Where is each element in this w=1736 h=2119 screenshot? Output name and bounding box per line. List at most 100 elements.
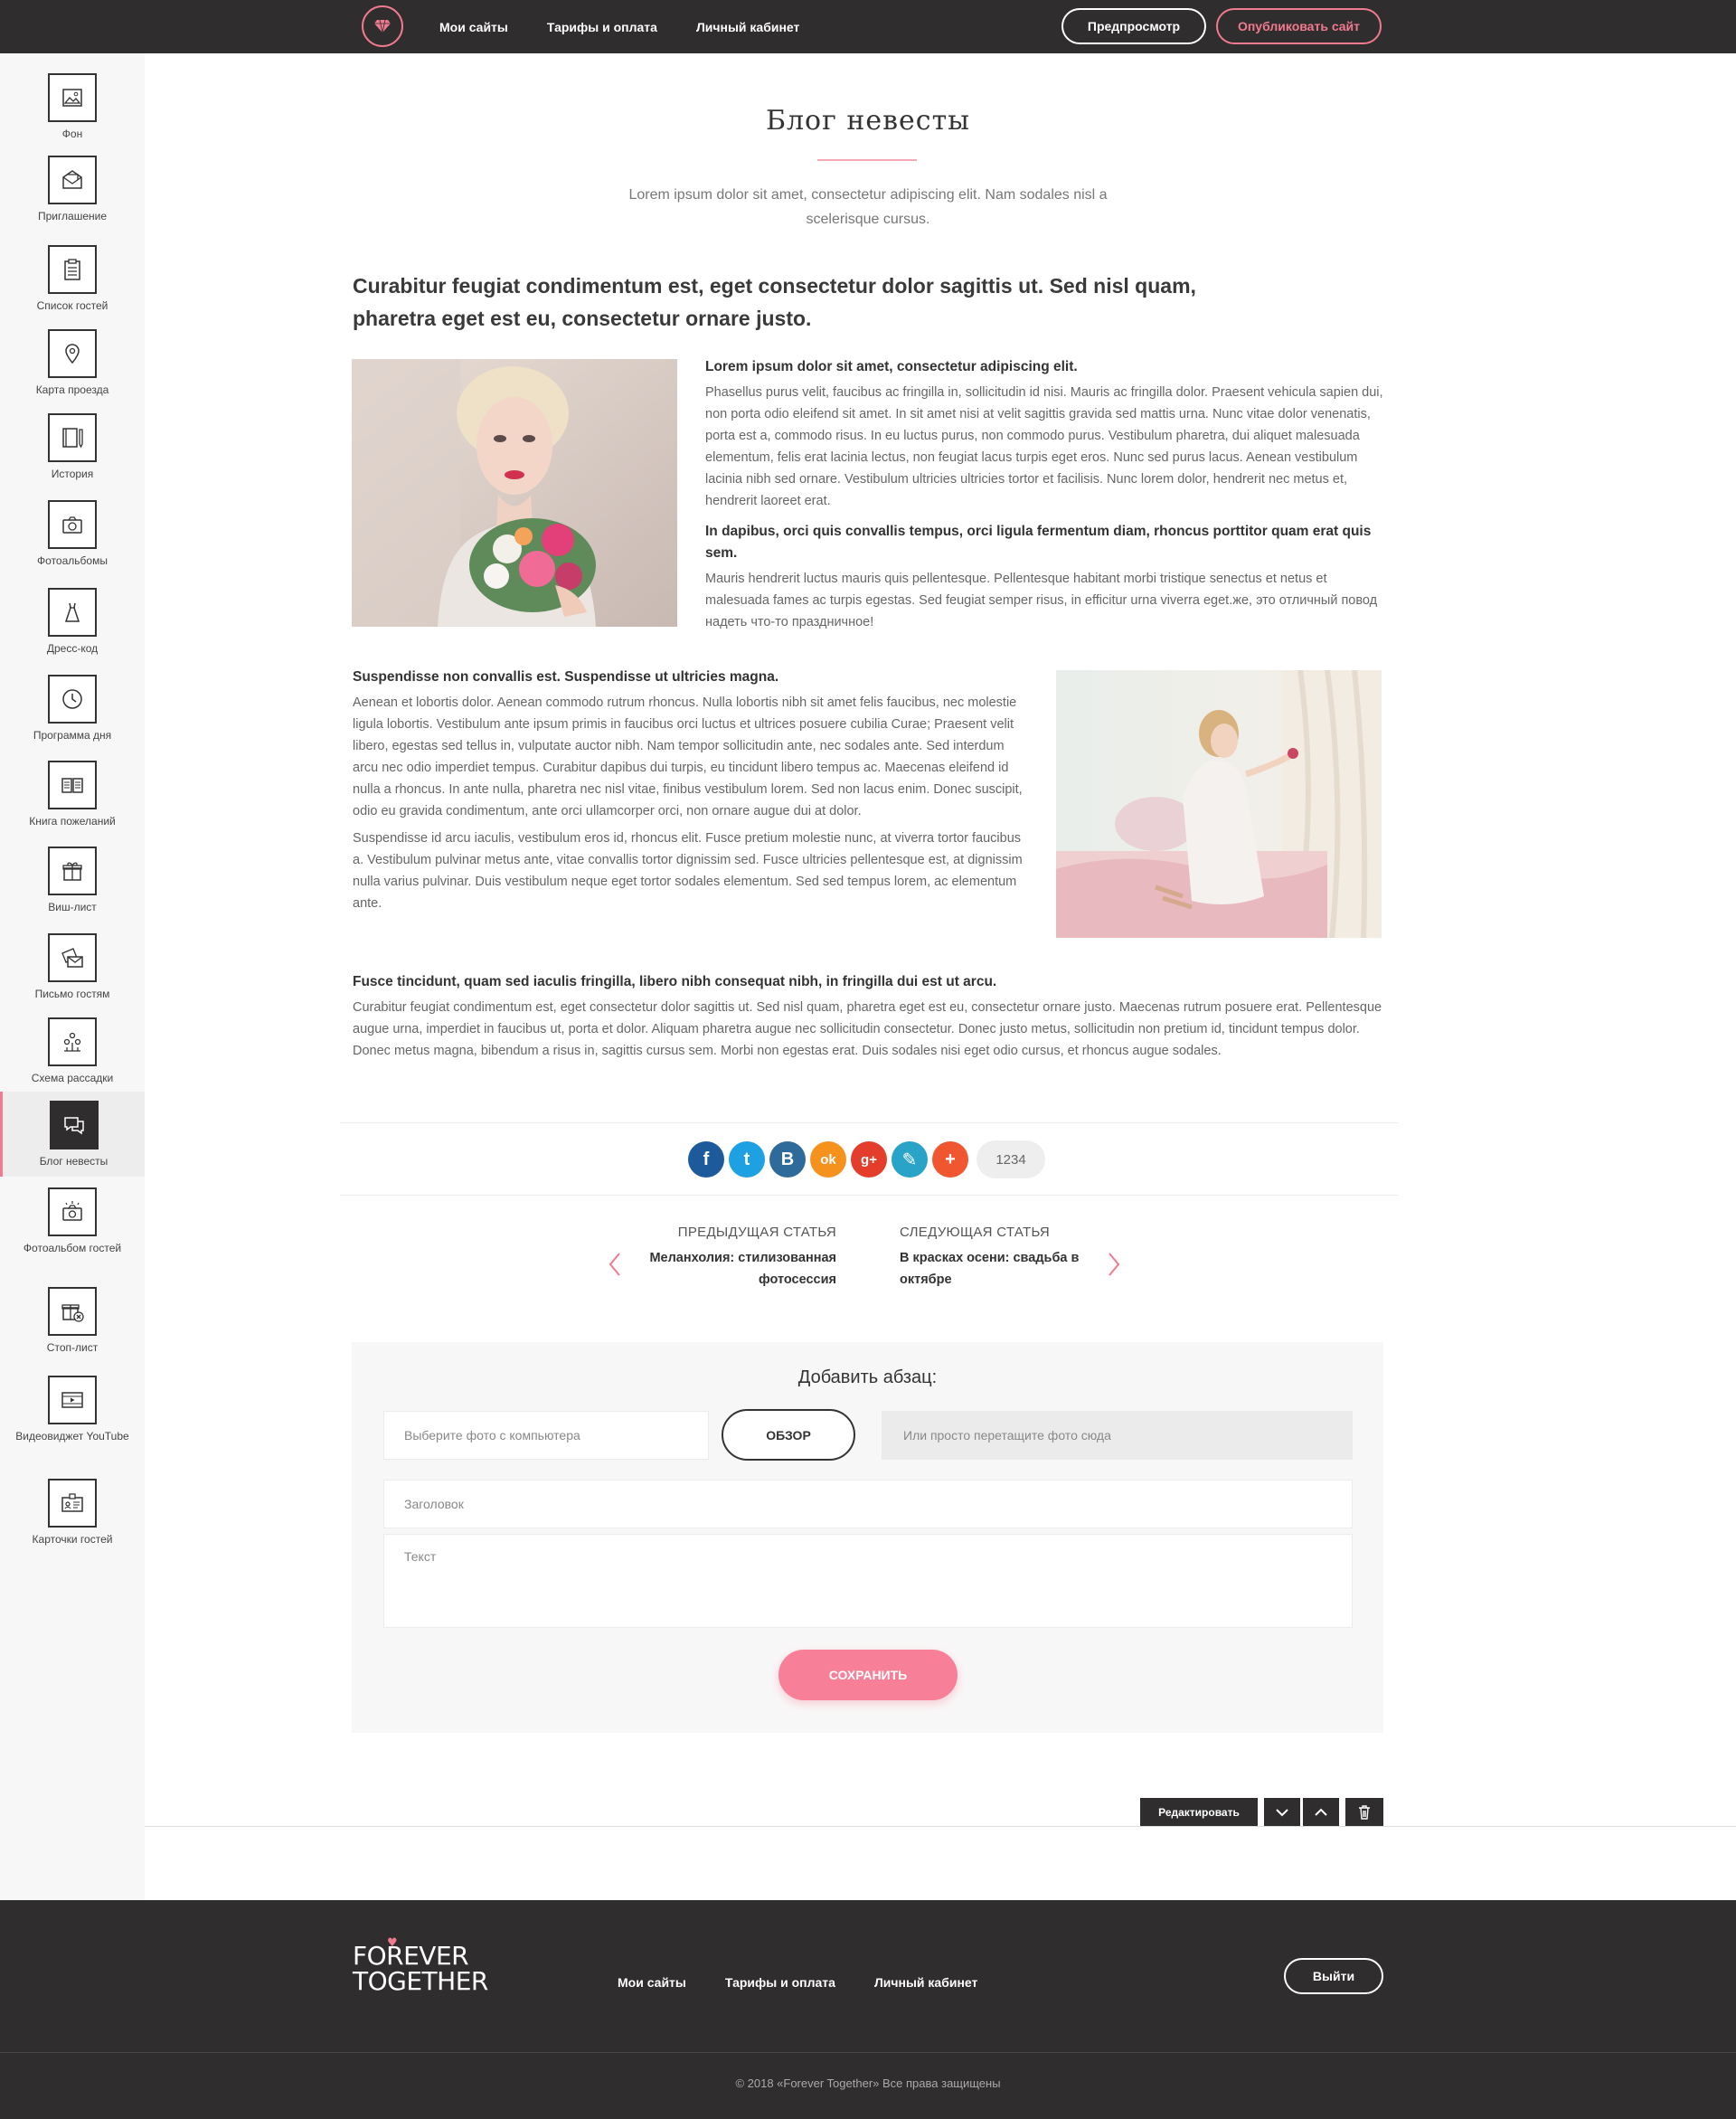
share-count: 1234 xyxy=(976,1140,1045,1178)
sidebar-item-stoplist[interactable]: Стоп-лист xyxy=(0,1287,145,1354)
block3-paragraph: Curabitur feugiat condimentum est, eget … xyxy=(353,1000,1382,1058)
sidebar-item-guest-list[interactable]: Список гостей xyxy=(0,245,145,312)
sidebar-item-label: Карта проезда xyxy=(35,383,109,396)
preview-button[interactable]: Предпросмотр xyxy=(1061,8,1206,44)
footer-nav: Мои сайты Тарифы и оплата Личный кабинет xyxy=(618,1975,977,1990)
sidebar-item-invitation[interactable]: Приглашение xyxy=(0,156,145,222)
seating-icon xyxy=(48,1017,97,1066)
nav-my-sites[interactable]: Мои сайты xyxy=(439,20,508,34)
sidebar-item-label: Книга пожеланий xyxy=(29,815,116,828)
footer-logo-line1: FOREVER xyxy=(353,1941,469,1971)
move-down-button[interactable] xyxy=(1264,1798,1300,1827)
sidebar-item-label: Дресс-код xyxy=(46,642,99,655)
move-up-button[interactable] xyxy=(1303,1798,1339,1827)
chat-icon xyxy=(49,1101,99,1149)
prev-article-caption: ПРЕДЫДУЩАЯ СТАТЬЯ xyxy=(677,1225,836,1240)
heading-input[interactable]: Заголовок xyxy=(383,1480,1353,1528)
card-icon xyxy=(48,1479,97,1528)
bride-robe-photo xyxy=(1056,670,1382,938)
title-divider xyxy=(817,159,917,161)
sidebar: Фон Приглашение Список гостей Карта прое… xyxy=(0,53,145,1900)
sidebar-item-youtube[interactable]: Видеовиджет YouTube xyxy=(0,1376,145,1443)
sidebar-item-label: Стоп-лист xyxy=(46,1341,99,1354)
prev-article-link[interactable]: ПРЕДЫДУЩАЯ СТАТЬЯ Меланхолия: стилизован… xyxy=(615,1225,836,1291)
delete-button[interactable] xyxy=(1345,1798,1383,1827)
open-book-icon xyxy=(48,761,97,809)
book-pen-icon xyxy=(48,413,97,462)
heart-icon: ♥ xyxy=(387,1936,398,1950)
map-pin-icon xyxy=(48,329,97,378)
sidebar-item-label: Фотоальбом гостей xyxy=(23,1242,122,1254)
camera-icon xyxy=(48,500,97,549)
share-divider-top xyxy=(340,1122,1398,1123)
footer-logo-line2: TOGETHER xyxy=(353,1966,488,1996)
more-plus-icon[interactable]: + xyxy=(932,1141,968,1178)
sidebar-item-label: Карточки гостей xyxy=(32,1533,113,1546)
clock-icon xyxy=(48,675,97,724)
sidebar-item-wishlist[interactable]: Виш-лист xyxy=(0,847,145,913)
sidebar-item-history[interactable]: История xyxy=(0,413,145,480)
file-input[interactable]: Выберите фото с компьютера xyxy=(383,1411,709,1460)
sidebar-item-label: Письмо гостям xyxy=(34,988,110,1000)
article-block-1: Lorem ipsum dolor sit amet, consectetur … xyxy=(705,356,1385,639)
sidebar-item-bride-blog[interactable]: Блог невесты xyxy=(0,1092,145,1177)
logout-button[interactable]: Выйти xyxy=(1284,1958,1383,1994)
sidebar-item-guest-cards[interactable]: Карточки гостей xyxy=(0,1479,145,1546)
share-bar: f t Bok g+ ✎ +1234 xyxy=(688,1140,1045,1178)
sidebar-item-label: Фон xyxy=(61,128,83,140)
nav-tariffs[interactable]: Тарифы и оплата xyxy=(547,20,657,34)
article-block-3: Fusce tincidunt, quam sed iaculis fringi… xyxy=(353,971,1383,1067)
publish-button[interactable]: Опубликовать сайт xyxy=(1216,8,1382,44)
edit-button[interactable]: Редактировать xyxy=(1140,1798,1258,1827)
article-block-2: Suspendisse non convallis est. Suspendis… xyxy=(353,667,1026,920)
block1-heading-2: In dapibus, orci quis convallis tempus, … xyxy=(705,524,1372,561)
odnoklassniki-icon[interactable]: ok xyxy=(810,1141,846,1178)
block1-heading-1: Lorem ipsum dolor sit amet, consectetur … xyxy=(705,359,1078,374)
prev-article-title: Меланхолия: стилизованная фотосессия xyxy=(649,1251,836,1287)
block1-paragraph-2: Mauris hendrerit luctus mauris quis pell… xyxy=(705,572,1378,629)
sidebar-item-photoalbums[interactable]: Фотоальбомы xyxy=(0,500,145,567)
sidebar-item-background[interactable]: Фон xyxy=(0,73,145,140)
trash-icon xyxy=(1359,1805,1370,1820)
copyright: © 2018 «Forever Together» Все права защи… xyxy=(735,2076,1001,2090)
nav-account[interactable]: Личный кабинет xyxy=(696,20,799,34)
chevron-up-icon xyxy=(1315,1808,1327,1816)
block2-paragraph-2: Suspendisse id arcu iaculis, vestibulum … xyxy=(353,831,1023,911)
footer-logo[interactable]: ♥ FOREVER TOGETHER xyxy=(353,1936,488,1996)
livejournal-icon[interactable]: ✎ xyxy=(892,1141,928,1178)
chevron-right-icon[interactable] xyxy=(1105,1250,1123,1279)
text-input[interactable]: Текст xyxy=(383,1534,1353,1628)
sidebar-item-letter[interactable]: Письмо гостям xyxy=(0,933,145,1000)
sidebar-item-dresscode[interactable]: Дресс-код xyxy=(0,588,145,655)
next-article-caption: СЛЕДУЮЩАЯ СТАТЬЯ xyxy=(900,1225,1051,1240)
bride-bouquet-photo xyxy=(352,359,677,627)
logo-diamond-icon[interactable] xyxy=(362,5,403,47)
letters-icon xyxy=(48,933,97,982)
top-nav: Мои сайты Тарифы и оплата Личный кабинет xyxy=(439,0,799,53)
google-plus-icon[interactable]: g+ xyxy=(851,1141,887,1178)
footer-nav-account[interactable]: Личный кабинет xyxy=(874,1975,977,1990)
sidebar-item-label: История xyxy=(51,468,94,480)
dress-icon xyxy=(48,588,97,637)
browse-button[interactable]: ОБЗОР xyxy=(722,1409,855,1461)
sidebar-item-wishbook[interactable]: Книга пожеланий xyxy=(0,761,145,828)
next-article-link[interactable]: СЛЕДУЮЩАЯ СТАТЬЯ В красках осени: свадьб… xyxy=(900,1225,1121,1291)
vk-icon[interactable]: B xyxy=(769,1141,806,1178)
clipboard-icon xyxy=(48,245,97,294)
chevron-down-icon xyxy=(1276,1809,1288,1817)
sidebar-item-label: Список гостей xyxy=(36,299,108,312)
sidebar-item-guest-photoalbum[interactable]: Фотоальбом гостей xyxy=(0,1187,145,1254)
sidebar-item-seating[interactable]: Схема рассадки xyxy=(0,1017,145,1084)
sidebar-item-map[interactable]: Карта проезда xyxy=(0,329,145,396)
form-title: Добавить абзац: xyxy=(797,1367,938,1387)
footer-nav-tariffs[interactable]: Тарифы и оплата xyxy=(725,1975,835,1990)
facebook-icon[interactable]: f xyxy=(688,1141,724,1178)
top-bar: Мои сайты Тарифы и оплата Личный кабинет… xyxy=(0,0,1736,53)
video-icon xyxy=(48,1376,97,1424)
photo-dropzone[interactable]: Или просто перетащите фото сюда xyxy=(882,1411,1353,1460)
sidebar-item-day-program[interactable]: Программа дня xyxy=(0,675,145,742)
footer-nav-my-sites[interactable]: Мои сайты xyxy=(618,1975,686,1990)
save-button[interactable]: СОХРАНИТЬ xyxy=(778,1650,958,1700)
next-article-title: В красках осени: свадьба в октябре xyxy=(900,1251,1080,1287)
twitter-icon[interactable]: t xyxy=(729,1141,765,1178)
